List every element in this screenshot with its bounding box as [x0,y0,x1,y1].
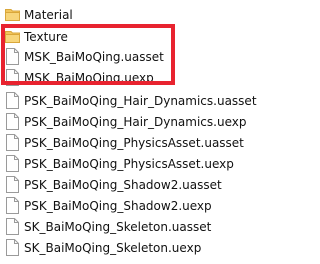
file-name: PSK_BaiMoQing_PhysicsAsset.uasset [24,136,244,150]
file-icon [6,113,19,130]
file-name: MSK_BaiMoQing.uasset [24,50,164,64]
file-icon [6,134,19,151]
list-item-file[interactable]: PSK_BaiMoQing_Shadow2.uasset [0,174,308,196]
list-item-file[interactable]: PSK_BaiMoQing_Shadow2.uexp [0,195,308,217]
file-name: Material [24,8,73,22]
list-item-file[interactable]: SK_BaiMoQing_Skeleton.uasset [0,216,308,238]
file-name: PSK_BaiMoQing_Shadow2.uasset [24,178,222,192]
file-icon [6,218,19,235]
list-item-file[interactable]: PSK_BaiMoQing_PhysicsAsset.uasset [0,132,308,154]
list-item-file[interactable]: MSK_BaiMoQing.uasset [0,46,308,68]
list-item-folder-texture[interactable]: Texture [0,26,308,48]
file-name: PSK_BaiMoQing_Hair_Dynamics.uasset [24,94,257,108]
list-item-file[interactable]: SK_BaiMoQing_Skeleton.uexp [0,237,308,259]
file-icon [6,48,19,65]
file-name: Texture [24,30,68,44]
file-name: PSK_BaiMoQing_PhysicsAsset.uexp [24,157,234,171]
list-item-file[interactable]: PSK_BaiMoQing_Hair_Dynamics.uexp [0,111,308,133]
folder-icon [5,9,20,21]
file-name: MSK_BaiMoQing.uexp [24,71,154,85]
file-icon [6,176,19,193]
file-icon [6,155,19,172]
list-item-file[interactable]: PSK_BaiMoQing_PhysicsAsset.uexp [0,153,308,175]
folder-icon [5,31,20,43]
file-list: Material Texture MSK_BaiMoQing.uasset MS… [0,0,308,264]
file-name: SK_BaiMoQing_Skeleton.uexp [24,241,202,255]
file-name: PSK_BaiMoQing_Hair_Dynamics.uexp [24,115,247,129]
list-item-file[interactable]: MSK_BaiMoQing.uexp [0,67,308,89]
list-item-folder-material[interactable]: Material [0,4,308,26]
file-icon [6,69,19,86]
file-name: SK_BaiMoQing_Skeleton.uasset [24,220,212,234]
file-icon [6,92,19,109]
file-name: PSK_BaiMoQing_Shadow2.uexp [24,199,212,213]
file-icon [6,239,19,256]
list-item-file[interactable]: PSK_BaiMoQing_Hair_Dynamics.uasset [0,90,308,112]
file-icon [6,197,19,214]
